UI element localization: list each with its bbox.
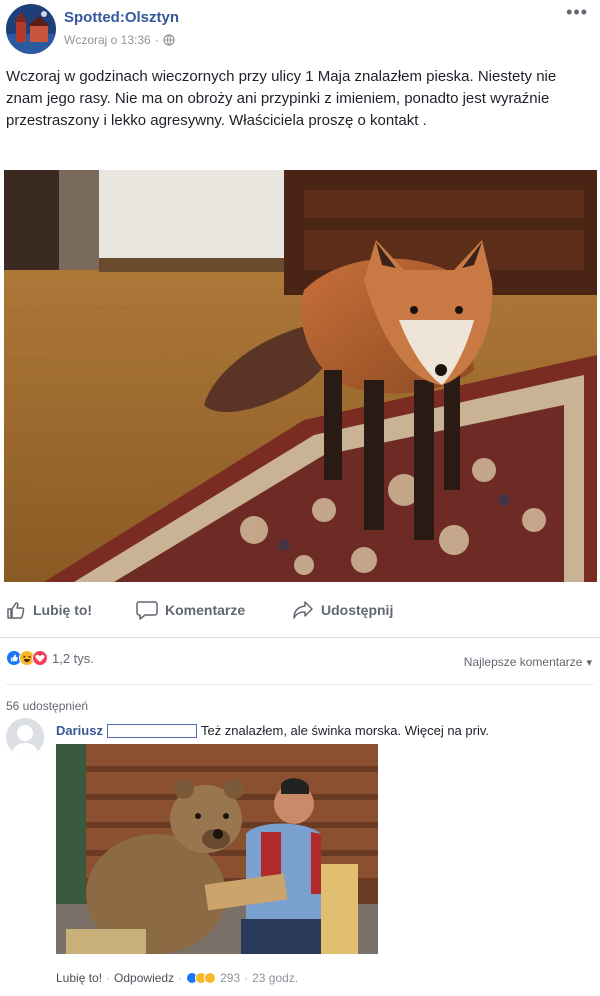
post-action-bar: Lubię to! Komentarze Udostępnij — [0, 590, 600, 630]
chevron-down-icon: ▾ — [586, 656, 592, 669]
comment-reaction-count: 293 — [220, 971, 241, 985]
comment-reactions[interactable] — [186, 972, 217, 984]
post-photo[interactable] — [3, 170, 597, 582]
comment-text: Też znalazłem, ale świnka morska. Więcej… — [200, 723, 489, 738]
share-arrow-icon — [293, 601, 313, 619]
page-avatar[interactable] — [6, 4, 56, 54]
comment-button[interactable]: Komentarze — [136, 600, 245, 620]
reaction-count: 1,2 tys. — [52, 650, 94, 666]
share-button[interactable]: Udostępnij — [292, 600, 393, 620]
wow-reaction-icon — [204, 972, 217, 984]
footer-separator: · — [244, 971, 249, 985]
comment-like-link[interactable]: Lubię to! — [56, 971, 102, 985]
post-timestamp[interactable]: Wczoraj o 13:36 — [64, 33, 151, 47]
like-label: Lubię to! — [33, 602, 93, 618]
redacted-surname-box — [106, 723, 197, 738]
page-logo-icon — [6, 4, 56, 54]
share-label: Udostępnij — [321, 602, 394, 618]
default-avatar-icon — [6, 718, 44, 756]
footer-separator: · — [178, 971, 183, 985]
comment-body: Dariusz Też znalazłem, ale świnka morska… — [56, 723, 489, 738]
footer-separator: · — [106, 971, 111, 985]
thumbs-up-icon — [7, 602, 25, 619]
post-text: Wczoraj w godzinach wieczornych przy uli… — [6, 68, 557, 129]
comment-label: Komentarze — [165, 602, 246, 618]
page-name[interactable]: Spotted:Olsztyn — [64, 9, 179, 26]
comment-author[interactable]: Dariusz — [56, 723, 103, 738]
reactions-divider — [6, 684, 594, 685]
meta-separator: · — [154, 33, 159, 47]
comment-sort-label: Najlepsze komentarze — [463, 655, 583, 669]
more-options-icon[interactable]: ••• — [566, 2, 588, 23]
comment-sort-dropdown[interactable]: Najlepsze komentarze ▾ — [464, 655, 592, 669]
comment-avatar[interactable] — [6, 718, 44, 756]
reactions-summary[interactable]: 1,2 tys. — [6, 650, 94, 666]
post-meta: Wczoraj o 13:36 · — [64, 33, 175, 47]
fox-photo-image — [3, 170, 597, 582]
comment-bubble-icon — [136, 601, 158, 620]
globe-icon — [163, 34, 175, 46]
comment-time[interactable]: 23 godz. — [252, 971, 298, 985]
comment-reply-link[interactable]: Odpowiedz — [114, 971, 174, 985]
like-button[interactable]: Lubię to! — [6, 600, 92, 620]
comment-photo[interactable] — [56, 744, 378, 954]
action-divider — [0, 637, 600, 638]
bear-reading-image — [56, 744, 378, 954]
share-count[interactable]: 56 udostępnień — [6, 699, 88, 713]
love-reaction-icon — [32, 650, 48, 666]
comment-footer: Lubię to! · Odpowiedz · 293 · 23 godz. — [56, 971, 298, 985]
